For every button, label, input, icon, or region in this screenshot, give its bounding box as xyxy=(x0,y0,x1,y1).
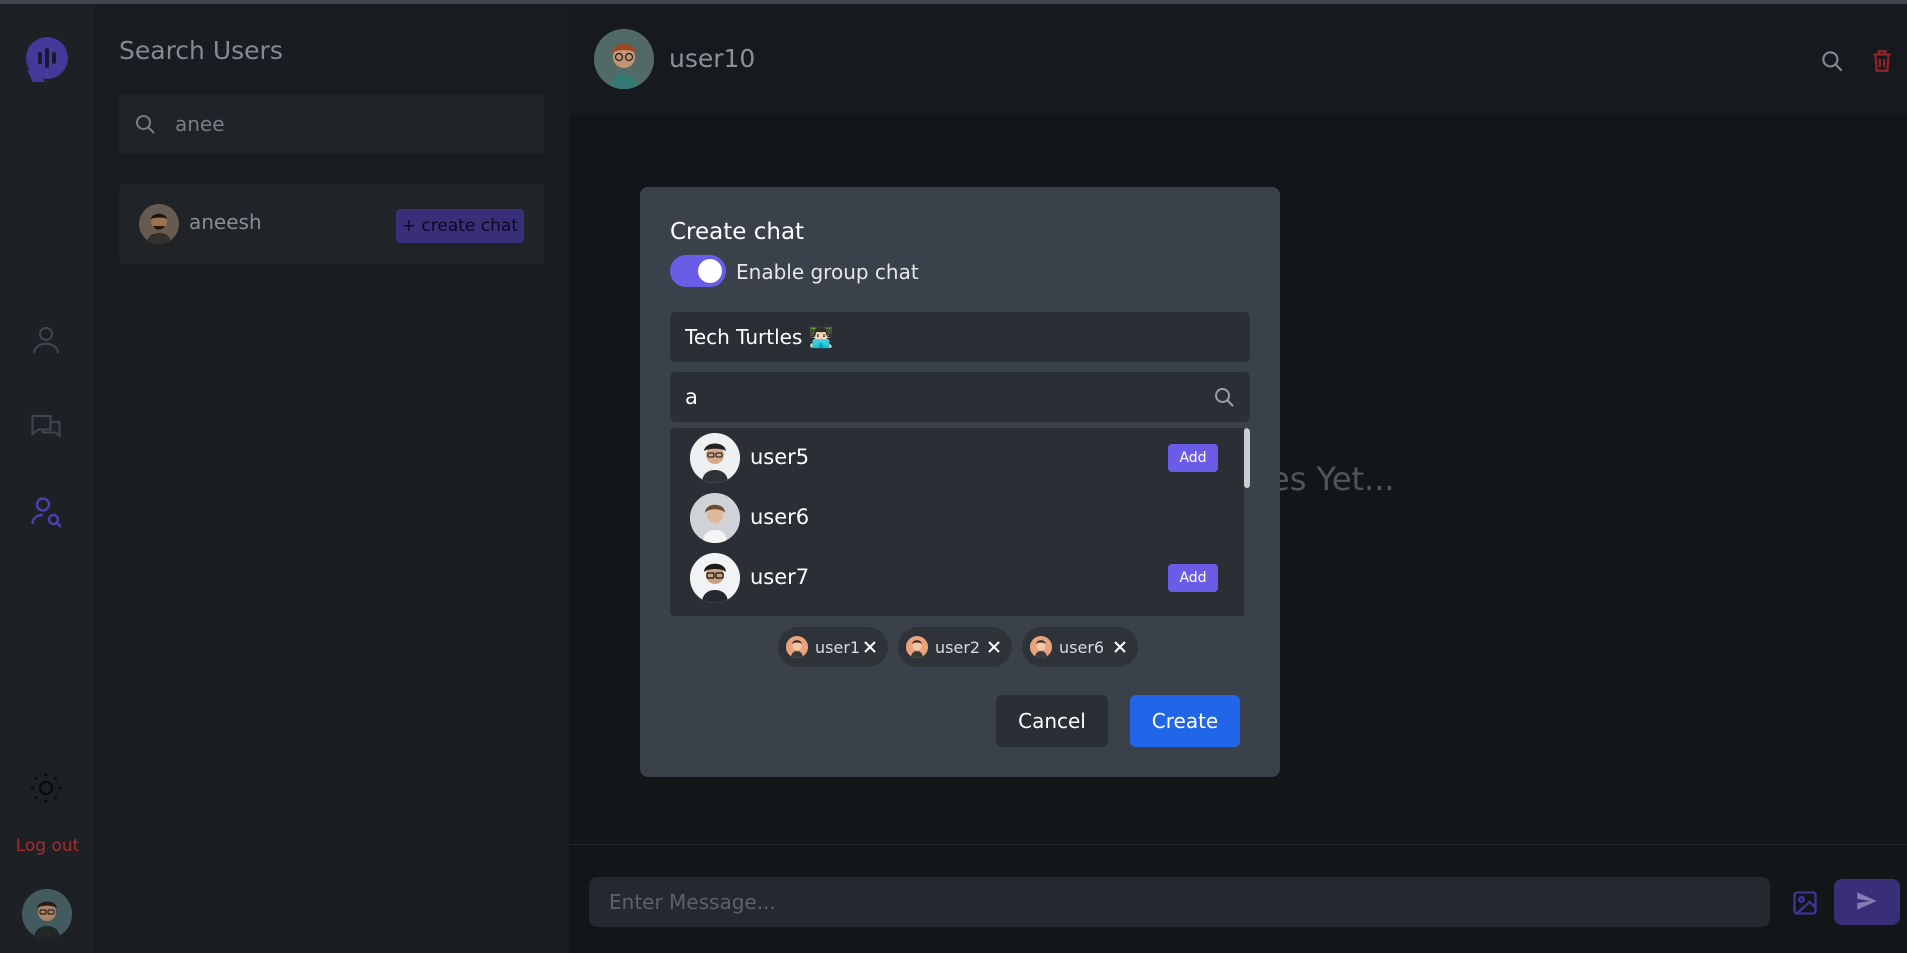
list-item[interactable]: user5 Add xyxy=(670,428,1242,488)
create-button[interactable]: Create xyxy=(1130,695,1240,747)
avatar xyxy=(690,553,740,603)
group-name-input[interactable] xyxy=(670,312,1250,362)
avatar xyxy=(786,636,808,658)
group-chat-toggle[interactable] xyxy=(670,255,726,287)
user-name: user7 xyxy=(750,565,810,589)
close-icon[interactable] xyxy=(986,639,1002,655)
scrollbar[interactable] xyxy=(1244,428,1250,616)
add-user-button[interactable]: Add xyxy=(1168,444,1218,472)
selected-member-chip: user6 xyxy=(1022,627,1138,667)
member-search-input[interactable] xyxy=(685,377,1185,417)
chip-label: user1 xyxy=(815,638,861,657)
user-name: user5 xyxy=(750,445,810,469)
chip-label: user6 xyxy=(1059,638,1105,657)
toggle-knob xyxy=(698,259,722,283)
selected-member-chip: user1 xyxy=(778,627,888,667)
member-search-box xyxy=(670,372,1250,422)
scrollbar-thumb[interactable] xyxy=(1244,428,1250,488)
list-item[interactable]: user6 xyxy=(670,488,1242,548)
create-chat-modal: Create chat Enable group chat user5 xyxy=(640,187,1280,777)
close-icon[interactable] xyxy=(1112,639,1128,655)
avatar xyxy=(690,493,740,543)
avatar xyxy=(906,636,928,658)
avatar xyxy=(1030,636,1052,658)
toggle-label: Enable group chat xyxy=(736,260,919,284)
search-icon[interactable] xyxy=(1212,385,1236,409)
list-item[interactable]: user7 Add xyxy=(670,548,1242,608)
cancel-button[interactable]: Cancel xyxy=(996,695,1108,747)
member-results-list: user5 Add user6 user7 Add xyxy=(670,428,1250,616)
chip-label: user2 xyxy=(935,638,981,657)
avatar xyxy=(690,433,740,483)
close-icon[interactable] xyxy=(862,639,878,655)
selected-member-chip: user2 xyxy=(898,627,1012,667)
modal-title: Create chat xyxy=(670,219,805,245)
add-user-button[interactable]: Add xyxy=(1168,564,1218,592)
user-name: user6 xyxy=(750,505,810,529)
